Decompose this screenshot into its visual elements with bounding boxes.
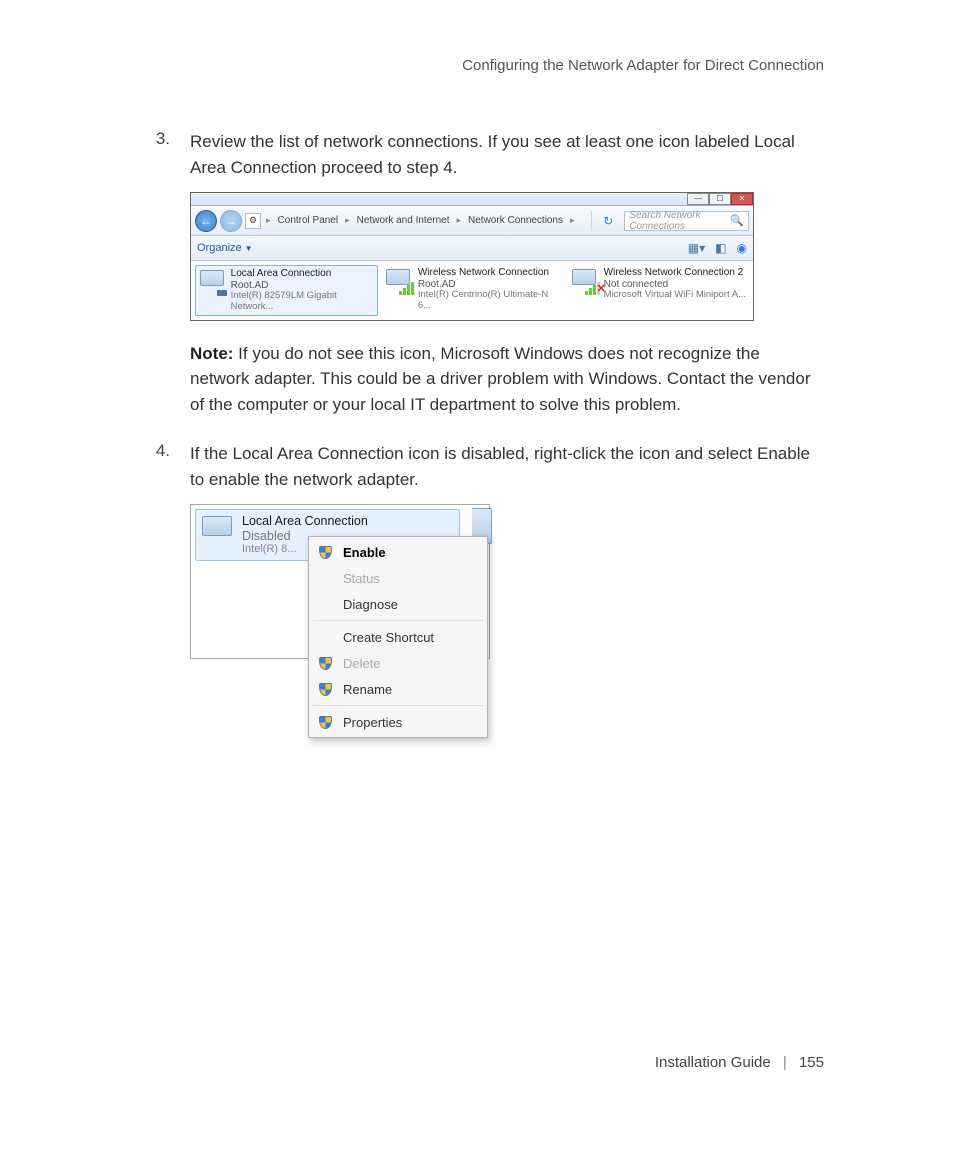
step-3: 3. Review the list of network connection… [130,129,824,180]
refresh-button[interactable]: ↻ [598,214,618,228]
control-panel-icon: ⚙ [245,213,261,229]
organize-label: Organize [197,242,242,254]
ethernet-icon [200,514,238,544]
back-button[interactable]: ← [195,210,217,232]
page-header: Configuring the Network Adapter for Dire… [130,57,824,74]
menu-item-diagnose[interactable]: Diagnose [311,591,485,617]
search-input[interactable]: Search Network Connections 🔍 [624,211,749,231]
toolbar: Organize ▼ ▦▾ ◧ ◉ [191,236,753,261]
note-label: Note: [190,344,233,363]
menu-label: Delete [343,656,381,671]
close-button[interactable]: ✕ [731,193,753,205]
minimize-button[interactable]: — [687,193,709,205]
disconnected-x-icon: ✕ [596,282,605,295]
connection-wireless-2[interactable]: ✕ Wireless Network Connection 2 Not conn… [568,265,749,316]
search-icon: 🔍 [730,214,744,227]
menu-separator [313,620,483,621]
forward-button[interactable]: → [220,210,242,232]
connection-local-area[interactable]: Local Area Connection Root.AD Intel(R) 8… [195,265,378,316]
shield-icon [317,714,333,730]
connections-pane: Local Area Connection Root.AD Intel(R) 8… [191,261,753,320]
menu-label: Properties [343,715,402,730]
search-placeholder: Search Network Connections [629,210,730,232]
connection-title: Wireless Network Connection 2 [604,267,746,279]
page-footer: Installation Guide | 155 [0,1054,954,1071]
wifi-icon [384,267,414,295]
addr-separator [591,211,592,231]
footer-guide-name: Installation Guide [655,1054,771,1071]
step-4-number: 4. [130,441,170,492]
ethernet-icon [198,268,227,296]
menu-label: Status [343,571,380,586]
menu-label: Create Shortcut [343,630,434,645]
breadcrumb-network-connections[interactable]: Network Connections [466,215,565,226]
breadcrumb-control-panel[interactable]: Control Panel [276,215,341,226]
footer-separator: | [775,1054,795,1071]
menu-item-properties[interactable]: Properties [311,709,485,735]
menu-label: Enable [343,545,386,560]
connection-title: Local Area Connection [242,514,368,528]
footer-page-number: 155 [799,1054,824,1071]
organize-menu[interactable]: Organize ▼ [197,242,253,254]
step-4-text: If the Local Area Connection icon is dis… [190,441,824,492]
connection-title: Wireless Network Connection [418,267,562,279]
maximize-button[interactable]: ☐ [709,193,731,205]
address-bar: ← → ⚙ ▸ Control Panel ▸ Network and Inte… [191,206,753,236]
step-3-text: Review the list of network connections. … [190,129,824,180]
connection-adapter: Intel(R) 82579LM Gigabit Network... [231,291,376,313]
view-options-icon[interactable]: ▦▾ [688,241,705,255]
help-icon[interactable]: ◉ [737,241,747,255]
shield-icon [317,655,333,671]
connection-title: Local Area Connection [231,268,376,280]
network-connections-window: — ☐ ✕ ← → ⚙ ▸ Control Panel ▸ Network an… [190,192,754,321]
menu-label: Rename [343,682,392,697]
shield-icon [317,681,333,697]
chevron-down-icon: ▼ [245,244,253,253]
menu-label: Diagnose [343,597,398,612]
menu-item-status: Status [311,565,485,591]
context-menu: Enable Status Diagnose Create Shortcut D… [308,536,488,738]
window-titlebar: — ☐ ✕ [191,193,753,206]
menu-item-create-shortcut[interactable]: Create Shortcut [311,624,485,650]
wifi-icon: ✕ [570,267,600,295]
toolbar-icons: ▦▾ ◧ ◉ [688,241,747,255]
note-paragraph: Note: If you do not see this icon, Micro… [130,341,824,418]
preview-pane-icon[interactable]: ◧ [715,241,726,255]
breadcrumb-network-internet[interactable]: Network and Internet [355,215,452,226]
connection-adapter: Intel(R) Centrino(R) Ultimate-N 6... [418,290,562,312]
connection-wireless-1[interactable]: Wireless Network Connection Root.AD Inte… [382,265,563,316]
menu-separator [313,705,483,706]
menu-item-delete: Delete [311,650,485,676]
step-3-number: 3. [130,129,170,180]
connection-adapter: Microsoft Virtual WiFi Miniport A... [604,290,746,301]
step-4: 4. If the Local Area Connection icon is … [130,441,824,492]
menu-item-rename[interactable]: Rename [311,676,485,702]
shield-icon [317,544,333,560]
breadcrumb-sep: ▸ [454,215,463,226]
breadcrumb-sep: ▸ [568,215,577,226]
note-text: If you do not see this icon, Microsoft W… [190,344,811,414]
breadcrumb-sep: ▸ [343,215,352,226]
breadcrumb-sep: ▸ [264,215,273,226]
menu-item-enable[interactable]: Enable [311,539,485,565]
